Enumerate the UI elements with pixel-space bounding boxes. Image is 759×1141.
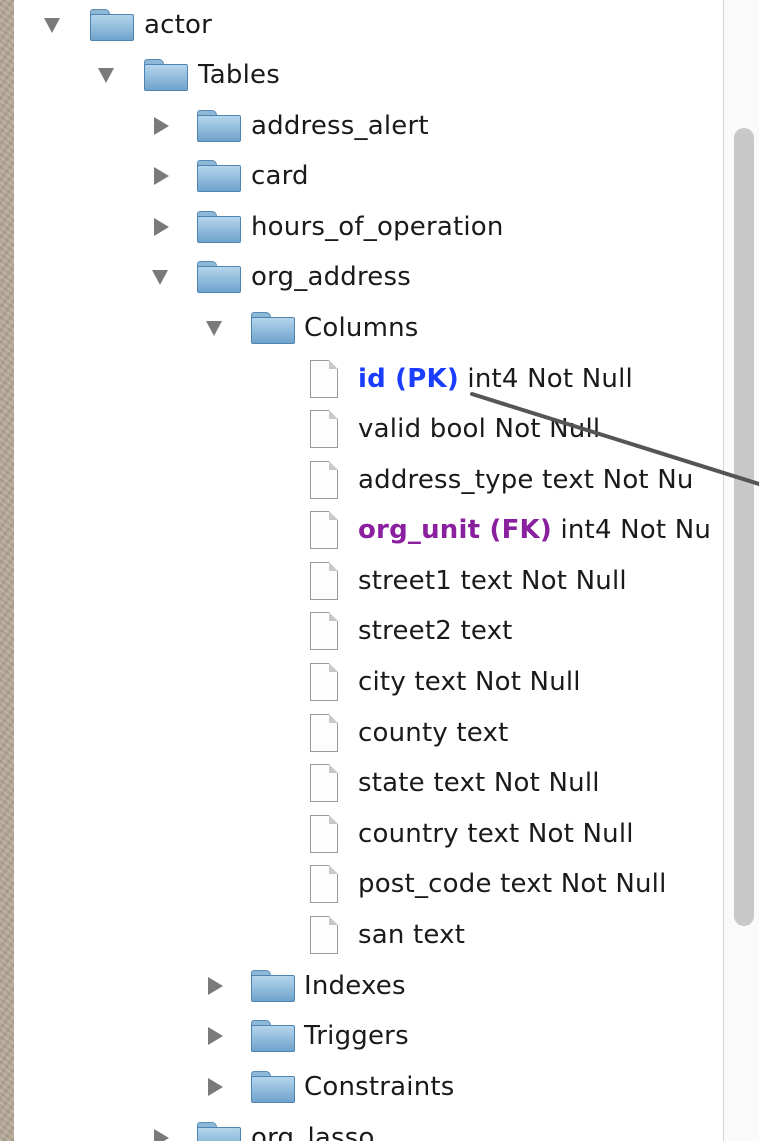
document-icon (310, 360, 338, 398)
column-row[interactable]: valid bool Not Null (14, 404, 723, 454)
column-row[interactable]: county text (14, 708, 723, 758)
column-detail: int4 Not Nu (551, 515, 712, 545)
tree-node-table[interactable]: org_lasso (14, 1113, 723, 1141)
foreign-key-column-name: org_unit (FK) (358, 515, 552, 545)
column-row[interactable]: country text Not Null (14, 809, 723, 859)
column-text: org_unit (FK) int4 Not Nu (358, 505, 711, 555)
tree-node-tables[interactable]: Tables (14, 50, 723, 100)
column-detail: state text Not Null (358, 768, 600, 798)
tree-node-label: Triggers (304, 1021, 409, 1051)
tree-node-label: Tables (198, 60, 280, 90)
column-row[interactable]: street2 text (14, 606, 723, 656)
disclosure-triangle-down-icon[interactable] (98, 68, 114, 83)
vertical-scrollbar-thumb[interactable] (734, 128, 754, 926)
column-detail: valid bool Not Null (358, 414, 601, 444)
table-name: card (251, 161, 309, 191)
tree-node-label: actor (144, 10, 213, 40)
disclosure-triangle-right-icon[interactable] (208, 1027, 223, 1045)
disclosure-triangle-right-icon[interactable] (154, 218, 169, 236)
primary-key-column-name: id (PK) (358, 364, 459, 394)
document-icon (310, 511, 338, 549)
tree-node-label: Constraints (304, 1072, 455, 1102)
disclosure-triangle-right-icon[interactable] (154, 1129, 169, 1141)
column-detail: address_type text Not Nu (358, 465, 694, 495)
column-detail: city text Not Null (358, 667, 581, 697)
disclosure-triangle-down-icon[interactable] (152, 270, 168, 285)
disclosure-triangle-right-icon[interactable] (208, 977, 223, 995)
disclosure-triangle-right-icon[interactable] (208, 1078, 223, 1096)
tree-node-label: Indexes (304, 971, 406, 1001)
folder-icon (251, 312, 295, 344)
disclosure-triangle-down-icon[interactable] (206, 321, 222, 336)
column-detail: post_code text Not Null (358, 869, 667, 899)
table-name: address_alert (251, 111, 429, 141)
disclosure-triangle-right-icon[interactable] (154, 117, 169, 135)
disclosure-triangle-down-icon[interactable] (44, 18, 60, 33)
document-icon (310, 612, 338, 650)
tree-node-table[interactable]: org_address (14, 252, 723, 302)
table-name: org_address (251, 262, 411, 292)
column-row[interactable]: street1 text Not Null (14, 556, 723, 606)
document-icon (310, 663, 338, 701)
folder-icon (197, 211, 241, 243)
tree-node-table[interactable]: card (14, 151, 723, 201)
folder-icon (197, 261, 241, 293)
document-icon (310, 461, 338, 499)
column-detail: country text Not Null (358, 819, 634, 849)
column-row[interactable]: city text Not Null (14, 657, 723, 707)
tree-node-columns[interactable]: Columns (14, 303, 723, 353)
tree-node-indexes[interactable]: Indexes (14, 961, 723, 1011)
schema-tree: actor Tables address_alert card hours_of… (14, 0, 723, 1141)
column-row[interactable]: address_type text Not Nu (14, 455, 723, 505)
folder-icon (251, 1071, 295, 1103)
document-icon (310, 562, 338, 600)
column-row[interactable]: post_code text Not Null (14, 859, 723, 909)
column-row[interactable]: org_unit (FK) int4 Not Nu (14, 505, 723, 555)
schema-browser-panel: actor Tables address_alert card hours_of… (14, 0, 759, 1141)
column-row[interactable]: state text Not Null (14, 758, 723, 808)
table-name: org_lasso (251, 1123, 375, 1141)
column-detail: san text (358, 920, 466, 950)
disclosure-triangle-right-icon[interactable] (154, 167, 169, 185)
document-icon (310, 764, 338, 802)
folder-icon (197, 110, 241, 142)
document-icon (310, 916, 338, 954)
column-detail: street2 text (358, 616, 513, 646)
document-icon (310, 410, 338, 448)
column-detail: int4 Not Null (458, 364, 633, 394)
tree-node-label: Columns (304, 313, 419, 343)
column-detail: street1 text Not Null (358, 566, 627, 596)
column-row[interactable]: san text (14, 910, 723, 960)
column-detail: county text (358, 718, 509, 748)
tree-node-actor[interactable]: actor (14, 0, 723, 50)
folder-icon (197, 160, 241, 192)
tree-node-table[interactable]: address_alert (14, 101, 723, 151)
column-text: id (PK) int4 Not Null (358, 354, 633, 404)
tree-node-constraints[interactable]: Constraints (14, 1062, 723, 1112)
tree-node-table[interactable]: hours_of_operation (14, 202, 723, 252)
column-row[interactable]: id (PK) int4 Not Null (14, 354, 723, 404)
folder-icon (90, 9, 134, 41)
document-icon (310, 865, 338, 903)
folder-icon (144, 59, 188, 91)
table-name: hours_of_operation (251, 212, 504, 242)
document-icon (310, 815, 338, 853)
tree-node-triggers[interactable]: Triggers (14, 1011, 723, 1061)
folder-icon (197, 1122, 241, 1141)
folder-icon (251, 1020, 295, 1052)
document-icon (310, 714, 338, 752)
folder-icon (251, 970, 295, 1002)
